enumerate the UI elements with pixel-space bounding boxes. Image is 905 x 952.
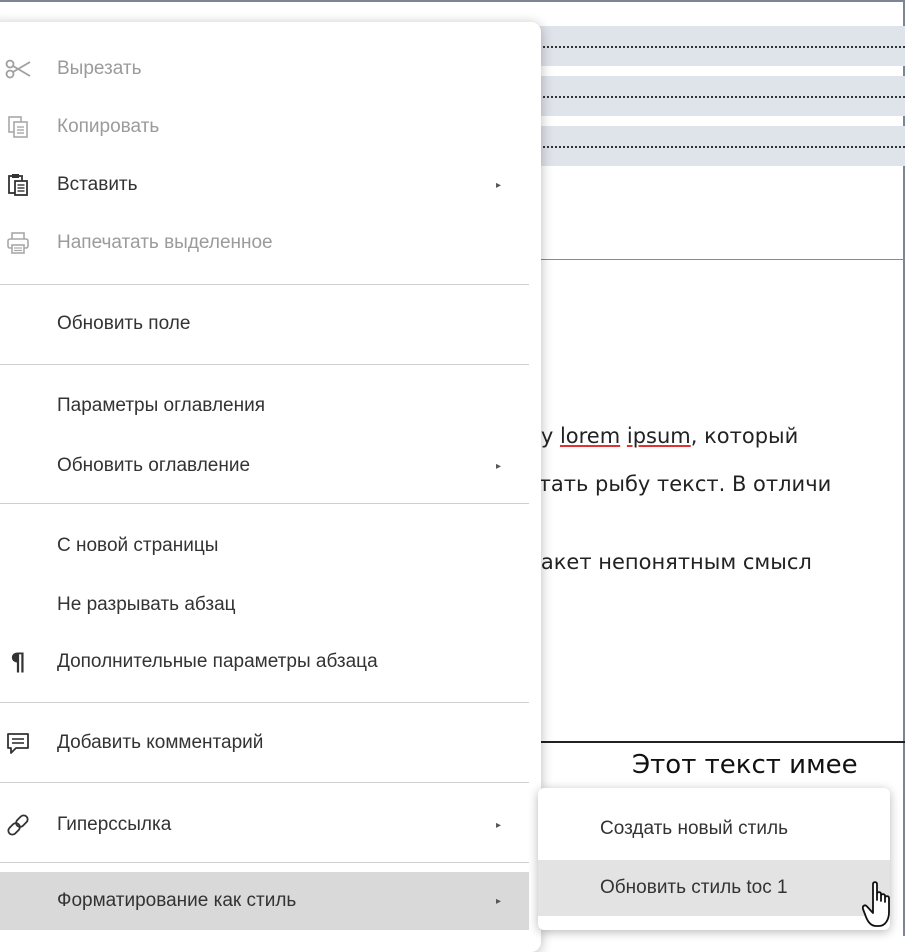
submenu-item-label: Создать новый стиль xyxy=(600,818,788,839)
toc-entry-3[interactable] xyxy=(520,126,905,166)
menu-item-label: Вырезать xyxy=(57,58,142,79)
comment-icon xyxy=(0,725,36,761)
paragraph-line-3[interactable]: макет непонятным смысл xyxy=(525,550,812,574)
copy-icon xyxy=(0,109,36,145)
menu-item-toc-settings[interactable]: Параметры оглавления xyxy=(0,380,529,432)
heading-rule xyxy=(520,741,905,743)
menu-separator xyxy=(0,364,529,365)
menu-item-label: Копировать xyxy=(57,116,160,137)
misspelled-word[interactable]: ipsum xyxy=(627,424,691,448)
horizontal-rule xyxy=(520,259,905,260)
toc-leader-dots xyxy=(520,46,905,48)
menu-separator xyxy=(0,862,529,863)
hand-pointer-cursor-icon xyxy=(861,880,902,932)
menu-item-label: Форматирование как стиль xyxy=(57,890,297,911)
menu-item-paste[interactable]: Вставить ▸ xyxy=(0,159,529,211)
submenu-arrow-icon: ▸ xyxy=(496,460,502,472)
toc-entry-2[interactable] xyxy=(520,76,905,116)
menu-item-update-toc[interactable]: Обновить оглавление ▸ xyxy=(0,440,529,492)
submenu-item-label: Обновить стиль toc 1 xyxy=(600,877,788,898)
format-style-submenu: Создать новый стиль Обновить стиль toc 1 xyxy=(538,788,890,930)
menu-item-page-break-before[interactable]: С новой страницы xyxy=(0,520,529,572)
toc-leader-dots xyxy=(520,96,905,98)
menu-item-label: Дополнительные параметры абзаца xyxy=(57,651,378,672)
toc-entry-1[interactable] xyxy=(520,26,905,66)
paste-icon xyxy=(0,167,36,203)
menu-item-label: Добавить комментарий xyxy=(57,732,264,753)
line-text xyxy=(620,424,627,448)
paragraph-line-2[interactable]: итать рыбу текст. В отличи xyxy=(525,472,831,496)
menu-separator xyxy=(0,782,529,783)
misspelled-word[interactable]: lorem xyxy=(560,424,620,448)
menu-item-print-selection[interactable]: Напечатать выделенное xyxy=(0,217,529,269)
menu-item-add-comment[interactable]: Добавить комментарий xyxy=(0,717,529,769)
menu-separator xyxy=(0,503,529,504)
menu-item-label: Обновить поле xyxy=(57,313,191,334)
menu-item-label: Обновить оглавление xyxy=(57,455,251,476)
menu-item-keep-lines-together[interactable]: Не разрывать абзац xyxy=(0,579,529,631)
menu-item-label: С новой страницы xyxy=(57,535,219,556)
menu-item-label: Не разрывать абзац xyxy=(57,594,236,615)
link-icon xyxy=(0,807,36,843)
menu-item-hyperlink[interactable]: Гиперссылка ▸ xyxy=(0,799,529,851)
context-menu: Вырезать Копировать Вставить ▸ Напечатат… xyxy=(0,22,541,952)
menu-item-paragraph-advanced[interactable]: ¶ Дополнительные параметры абзаца xyxy=(0,636,529,688)
submenu-arrow-icon: ▸ xyxy=(496,179,502,191)
menu-item-label: Напечатать выделенное xyxy=(57,232,273,253)
submenu-arrow-icon: ▸ xyxy=(496,819,502,831)
menu-item-label: Гиперссылка xyxy=(57,814,172,835)
printer-icon xyxy=(0,225,36,261)
menu-item-update-field[interactable]: Обновить поле xyxy=(0,298,529,350)
menu-item-cut[interactable]: Вырезать xyxy=(0,43,529,95)
menu-item-copy[interactable]: Копировать xyxy=(0,101,529,153)
menu-item-label: Вставить xyxy=(57,174,138,195)
scissors-icon xyxy=(0,51,36,87)
menu-separator xyxy=(0,702,529,703)
paragraph-line-1[interactable]: му lorem ipsum, который xyxy=(525,424,798,448)
menu-item-label: Параметры оглавления xyxy=(57,395,265,416)
document-heading[interactable]: Этот текст имее xyxy=(632,750,858,780)
menu-separator xyxy=(0,284,529,285)
submenu-item-update-style[interactable]: Обновить стиль toc 1 xyxy=(538,860,890,916)
line-text: , который xyxy=(690,424,799,448)
menu-item-format-as-style[interactable]: Форматирование как стиль ▸ xyxy=(0,872,529,930)
toc-leader-dots xyxy=(520,146,905,148)
submenu-item-create-style[interactable]: Создать новый стиль xyxy=(538,804,890,854)
pilcrow-icon: ¶ xyxy=(10,648,26,676)
page-border-top xyxy=(0,0,905,2)
submenu-arrow-icon: ▸ xyxy=(496,895,502,907)
